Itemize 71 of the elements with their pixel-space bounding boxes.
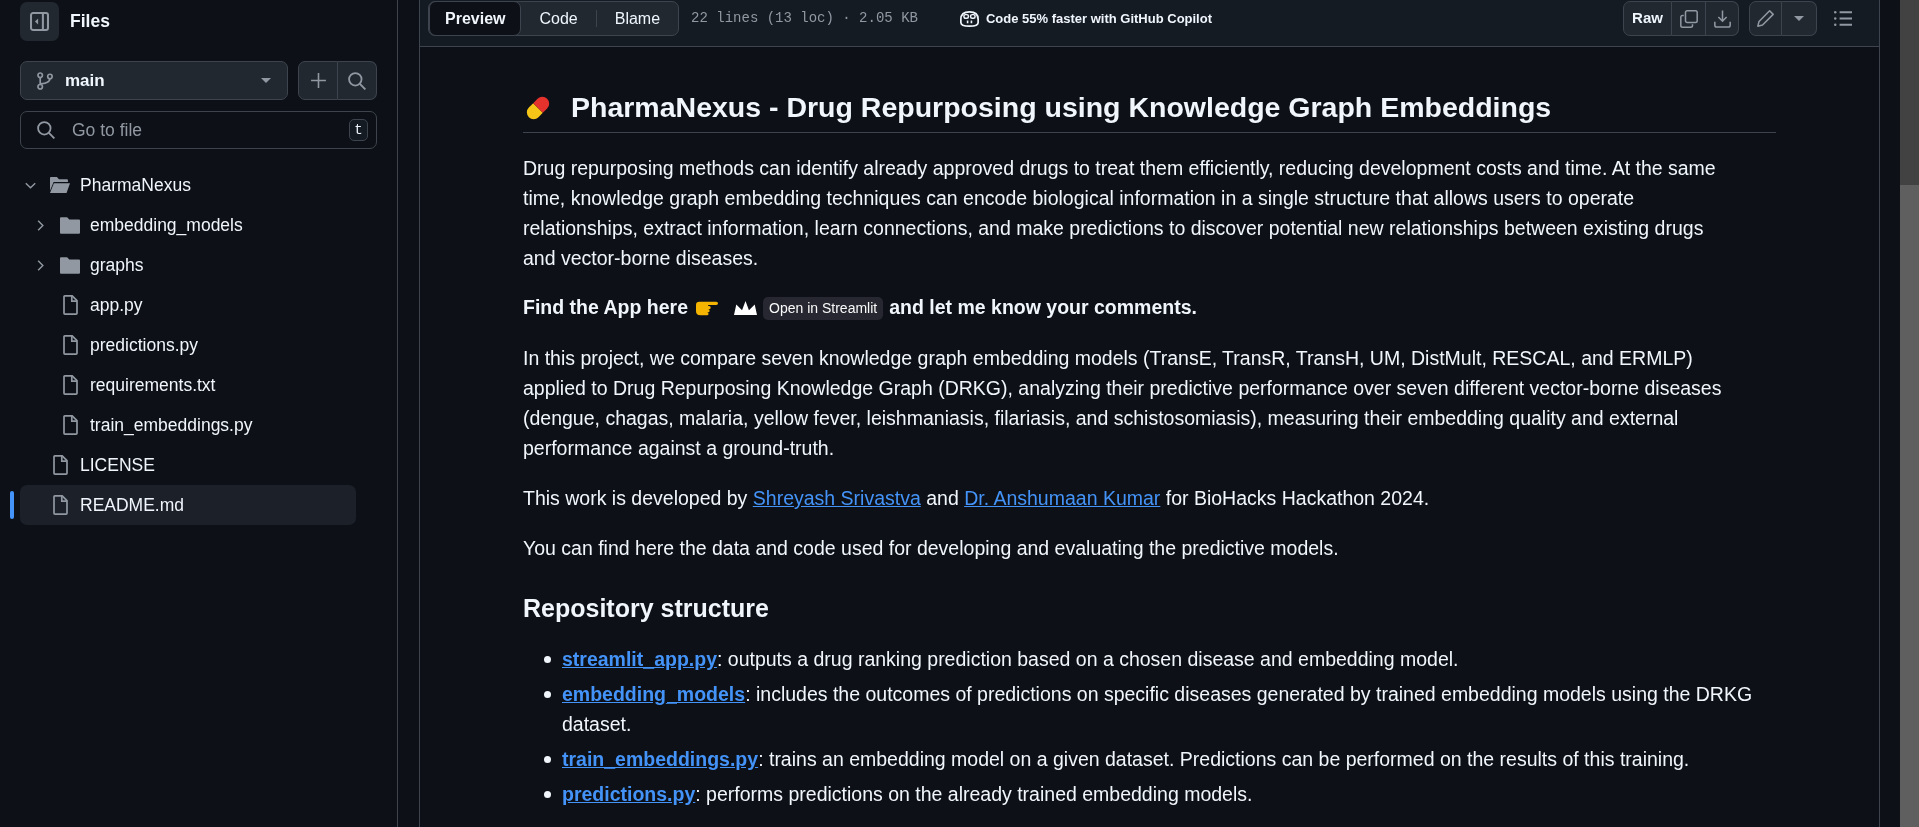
download-button[interactable] [1706, 1, 1739, 36]
raw-button[interactable]: Raw [1623, 1, 1672, 36]
shortcut-key: t [349, 119, 368, 141]
list-item-text: streamlit_app.py: outputs a drug ranking prediction based on a chosen disease and embedding model. [562, 647, 1460, 672]
bullet-icon [544, 791, 551, 798]
app-line-text: Find the App here [523, 295, 689, 321]
download-icon [1713, 9, 1731, 28]
file-info: 22 lines (13 loc) · 2.05 KB [691, 9, 918, 28]
edit-button[interactable] [1749, 1, 1782, 36]
selection-indicator [10, 491, 14, 519]
copilot-promo-link[interactable]: Code 55% faster with GitHub Copilot [959, 1, 1212, 36]
section-heading: Repository structure [523, 593, 770, 624]
tree-item[interactable]: PharmaNexus [20, 165, 356, 205]
file-icon [62, 295, 78, 315]
bullet-icon [544, 656, 551, 663]
tree-item[interactable]: LICENSE [20, 445, 356, 485]
tree-item[interactable]: train_embeddings.py [20, 405, 356, 445]
list-item-text: predictions.py: performs predictions on the already trained embedding models. [562, 782, 1254, 807]
tree-item[interactable]: predictions.py [20, 325, 356, 365]
view-tab[interactable]: Preview [429, 1, 522, 36]
search-icon [348, 71, 366, 90]
tree-item[interactable]: embedding_models [20, 205, 356, 245]
tree-item[interactable]: app.py [20, 285, 356, 325]
paragraph: You can find here the data and code used for developing and evaluating the predictive models. [523, 536, 1340, 561]
list-item-text: embedding_models: includes the outcomes of predictions on specific diseases generated by trained embedding models using the DRKG dataset. [562, 682, 1754, 737]
author-link[interactable]: Shreyash Srivastva [752, 487, 921, 509]
open-in-streamlit-badge[interactable]: Open in Streamlit [763, 296, 884, 320]
file-link[interactable]: streamlit_app.py [562, 648, 717, 670]
pencil-icon [1757, 10, 1774, 27]
sidebar-toggle-button[interactable] [20, 2, 59, 41]
readme-title: PharmaNexus - Drug Repurposing using Knowledge Graph Embeddings [571, 90, 1552, 125]
sidebar-collapse-icon [30, 12, 49, 31]
list-icon[interactable] [1834, 11, 1852, 26]
bullet-icon [544, 691, 551, 698]
plus-icon [309, 72, 327, 89]
paragraph: In this project, we compare seven knowledge graph embedding models (TransE, TransR, TransH, UM, DistMult, RESCAL, and ERMLP) applied to Drug Repurposing Knowledge Graph (DRKG), analyzing their predictive performance over seven different vector-borne diseases (dengue, chagas, malaria, yellow fever, leishmaniasis, filariasis, and schistosomiasis), measuring their embedding quality and external performance against a ground-truth. [523, 346, 1723, 461]
view-tab[interactable]: Blame [596, 2, 679, 35]
search-button[interactable] [338, 61, 377, 100]
author-link[interactable]: Dr. Anshumaan Kumar [964, 487, 1161, 509]
branch-icon [37, 71, 53, 90]
scrollbar-track[interactable] [1900, 0, 1919, 827]
scrollbar-thumb[interactable] [1900, 185, 1919, 827]
search-icon [37, 121, 55, 139]
branch-select[interactable]: main [20, 61, 288, 100]
caret-down-icon [1794, 16, 1804, 21]
paragraph: This work is developed by Shreyash Srivastva and Dr. Anshumaan Kumar for BioHacks Hackathon 2024. [523, 486, 1431, 511]
folder-icon [60, 216, 80, 234]
open-folder-icon [50, 177, 70, 193]
file-link[interactable]: embedding_models [562, 683, 746, 705]
paragraph: Drug repurposing methods can identify already approved drugs to treat them efficiently, reducing development costs and time. At the same time, knowledge graph embedding techniques can encode biological information in a single structure that allows users to operate relationships, extract information, learn connections, and make predictions to discover potential new relationships between existing drugs and vector-borne diseases. [523, 156, 1717, 271]
file-link[interactable]: predictions.py [562, 783, 696, 805]
bullet-icon [544, 756, 551, 763]
folder-icon [60, 256, 80, 274]
sidebar-title: Files [70, 10, 110, 34]
copy-button[interactable] [1672, 1, 1706, 36]
copy-icon [1679, 9, 1698, 28]
caret-down-icon [261, 78, 271, 83]
app-line-text: and let me know your comments. [889, 295, 1197, 321]
list-item-text: train_embeddings.py: trains an embedding model on a given dataset. Predictions can be performed on the results of this training. [562, 747, 1691, 772]
file-icon [62, 375, 78, 395]
robot-face-icon [959, 10, 979, 27]
file-icon [52, 455, 68, 475]
file-icon [52, 495, 68, 515]
file-icon [62, 335, 78, 355]
crown-icon [734, 301, 758, 315]
file-icon [62, 415, 78, 435]
view-tab[interactable]: Code [521, 2, 596, 35]
tree-item[interactable]: requirements.txt [20, 365, 356, 405]
file-link[interactable]: train_embeddings.py [562, 748, 759, 770]
tree-item[interactable]: graphs [20, 245, 356, 285]
pointing-hand-icon [696, 300, 719, 316]
